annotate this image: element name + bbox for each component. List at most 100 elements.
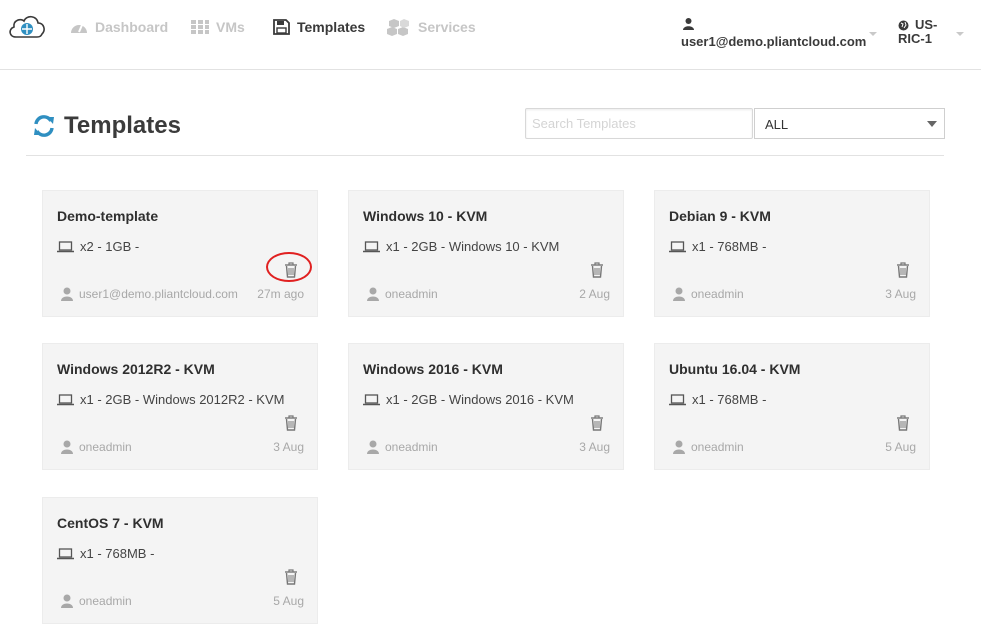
template-specs-text: x2 - 1GB - [80,239,140,254]
template-card[interactable]: Windows 10 - KVM x1 - 2GB - Windows 10 - … [348,190,624,317]
region-line2: RIC-1 [898,31,932,46]
template-name[interactable]: Windows 2012R2 - KVM [57,361,215,377]
template-name[interactable]: CentOS 7 - KVM [57,515,164,531]
nav-vms-label: VMs [216,19,245,35]
template-specs: x1 - 768MB - [669,392,766,407]
page-title-text: Templates [64,112,181,139]
template-name[interactable]: Demo-template [57,208,158,224]
template-specs: x2 - 1GB - [57,239,139,254]
page-header: Templates ALL [26,104,945,156]
template-owner-text: oneadmin [79,440,132,454]
trash-icon[interactable] [283,414,299,432]
template-owner-text: oneadmin [385,440,438,454]
template-time: 2 Aug [579,287,610,301]
template-time: 5 Aug [885,440,916,454]
user-icon [367,287,379,301]
template-specs-text: x1 - 2GB - Windows 10 - KVM [386,239,560,254]
trash-icon[interactable] [895,414,911,432]
template-specs: x1 - 2GB - Windows 2012R2 - KVM [57,392,284,407]
user-icon [683,18,694,30]
nav-templates[interactable]: Templates [273,18,365,36]
nav-services-label: Services [418,19,476,35]
user-icon [61,287,73,301]
nav-dashboard-label: Dashboard [95,19,169,35]
template-specs-text: x1 - 768MB - [80,546,155,561]
trash-icon[interactable] [589,414,605,432]
trash-icon[interactable] [283,568,299,586]
user-menu-caret-icon[interactable] [869,32,877,36]
nav-dashboard[interactable]: Dashboard [69,18,168,36]
template-card[interactable]: Windows 2016 - KVM x1 - 2GB - Windows 201… [348,343,624,470]
template-specs: x1 - 2GB - Windows 10 - KVM [363,239,559,254]
floppy-icon [273,19,290,35]
template-time: 3 Aug [273,440,304,454]
template-specs-text: x1 - 768MB - [692,239,767,254]
user-icon [61,594,73,608]
template-name[interactable]: Debian 9 - KVM [669,208,771,224]
template-owner-text: user1@demo.pliantcloud.com [79,287,238,301]
template-name[interactable]: Windows 2016 - KVM [363,361,503,377]
globe-icon [898,20,909,30]
template-owner: oneadmin [61,440,132,454]
template-card[interactable]: Windows 2012R2 - KVM x1 - 2GB - Windows 2… [42,343,318,470]
laptop-icon [57,393,74,405]
template-owner-text: oneadmin [385,287,438,301]
nav-services[interactable]: Services [386,18,476,36]
tachometer-icon [71,24,87,33]
user-email: user1@demo.pliantcloud.com [681,34,867,49]
user-icon [61,440,73,454]
template-specs: x1 - 768MB - [669,239,766,254]
template-time: 3 Aug [885,287,916,301]
template-card[interactable]: Debian 9 - KVM x1 - 768MB - oneadmin 3 Aug [654,190,930,317]
trash-icon[interactable] [589,261,605,279]
template-name[interactable]: Ubuntu 16.04 - KVM [669,361,800,377]
template-specs: x1 - 768MB - [57,546,154,561]
laptop-icon [363,393,380,405]
template-specs-text: x1 - 768MB - [692,392,767,407]
template-owner: user1@demo.pliantcloud.com [61,287,238,301]
refresh-icon[interactable] [32,114,56,138]
template-owner-text: oneadmin [79,594,132,608]
template-time: 3 Aug [579,440,610,454]
template-owner: oneadmin [367,287,438,301]
template-card[interactable]: Ubuntu 16.04 - KVM x1 - 768MB - oneadmin 5 … [654,343,930,470]
template-owner-text: oneadmin [691,440,744,454]
chevron-down-icon [927,121,937,127]
template-time: 5 Aug [273,594,304,608]
laptop-icon [57,240,74,252]
user-icon [367,440,379,454]
template-specs-text: x1 - 2GB - Windows 2016 - KVM [386,392,574,407]
user-icon [673,440,685,454]
template-name[interactable]: Windows 10 - KVM [363,208,487,224]
template-specs: x1 - 2GB - Windows 2016 - KVM [363,392,574,407]
laptop-icon [669,240,686,252]
template-card[interactable]: Demo-template x2 - 1GB - user1@demo.pliant… [42,190,318,317]
top-navbar: Dashboard VMs Templates Services user1@d… [0,0,981,70]
laptop-icon [57,547,74,559]
nav-templates-label: Templates [297,19,366,35]
template-owner: oneadmin [673,440,744,454]
template-owner: oneadmin [673,287,744,301]
template-card[interactable]: CentOS 7 - KVM x1 - 768MB - oneadmin 5 Aug [42,497,318,624]
trash-icon[interactable] [283,261,299,279]
region-menu-caret-icon[interactable] [956,32,964,36]
nav-vms[interactable]: VMs [190,18,245,36]
filter-select[interactable]: ALL [754,108,945,139]
laptop-icon [363,240,380,252]
region-line1: US- [915,17,938,32]
template-specs-text: x1 - 2GB - Windows 2012R2 - KVM [80,392,285,407]
laptop-icon [669,393,686,405]
filter-select-value: ALL [765,117,789,132]
user-icon [673,287,685,301]
search-input[interactable] [525,108,753,139]
template-owner: oneadmin [367,440,438,454]
template-owner: oneadmin [61,594,132,608]
page-title: Templates [32,112,181,140]
template-time: 27m ago [257,287,304,301]
cloud-logo-icon[interactable] [6,10,48,42]
grid-icon [191,20,209,34]
region-menu[interactable]: US- RIC-1 [898,18,937,46]
cubes-icon [387,19,409,36]
template-owner-text: oneadmin [691,287,744,301]
trash-icon[interactable] [895,261,911,279]
